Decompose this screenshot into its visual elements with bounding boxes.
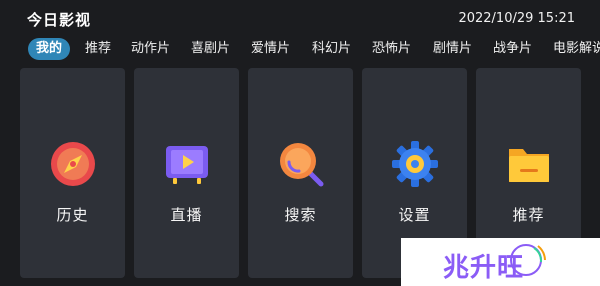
- tab-comedy[interactable]: 喜剧片: [191, 39, 230, 59]
- search-label: 搜索: [284, 206, 317, 224]
- tab-scifi[interactable]: 科幻片: [312, 39, 351, 59]
- tv-icon: [163, 140, 211, 188]
- clock-datetime: 2022/10/29 15:21: [458, 11, 575, 26]
- live-card[interactable]: 直播: [134, 68, 239, 278]
- category-tabs: 我的 推荐 动作片 喜剧片 爱情片 科幻片 恐怖片 剧情片 战争片 电影解说: [28, 38, 600, 60]
- app-title: 今日影视: [27, 11, 92, 29]
- tab-drama[interactable]: 剧情片: [433, 39, 472, 59]
- tab-war[interactable]: 战争片: [493, 39, 532, 59]
- search-icon: [277, 140, 325, 188]
- gear-icon: [391, 140, 439, 188]
- search-card[interactable]: 搜索: [248, 68, 353, 278]
- tab-mine[interactable]: 我的: [28, 38, 71, 60]
- live-label: 直播: [170, 206, 203, 224]
- compass-icon: [49, 140, 97, 188]
- watermark-logo-icon: [510, 244, 546, 276]
- settings-label: 设置: [398, 206, 431, 224]
- recommend-label: 推荐: [512, 206, 545, 224]
- tab-movie-commentary[interactable]: 电影解说: [553, 39, 600, 59]
- history-card[interactable]: 历史: [20, 68, 125, 278]
- tab-romance[interactable]: 爱情片: [251, 39, 290, 59]
- tab-recommend[interactable]: 推荐: [85, 39, 111, 59]
- tab-horror[interactable]: 恐怖片: [372, 39, 411, 59]
- header-bar: 今日影视 2022/10/29 15:21: [0, 0, 600, 36]
- tab-action[interactable]: 动作片: [131, 39, 170, 59]
- watermark: 兆升旺: [401, 238, 600, 286]
- folder-icon: [505, 140, 553, 188]
- history-label: 历史: [56, 206, 89, 224]
